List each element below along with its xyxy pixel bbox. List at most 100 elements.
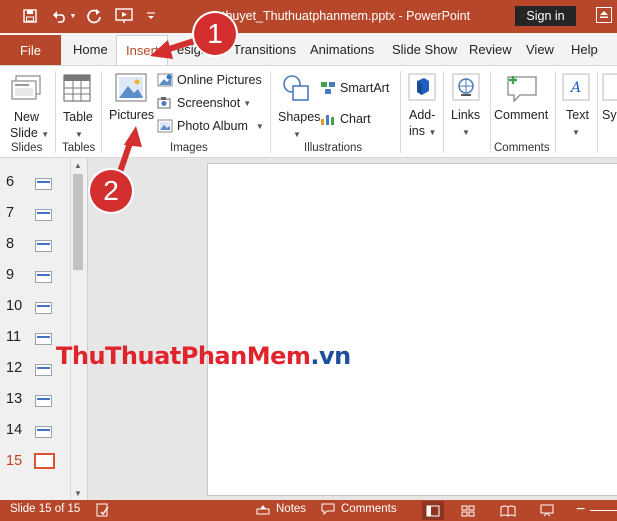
status-bar: Slide 15 of 15 Notes Comments − <box>0 500 617 521</box>
online-pictures-label: Online Pictures <box>177 73 262 87</box>
online-pictures-button[interactable]: Online Pictures <box>157 70 262 90</box>
svg-text:A: A <box>569 80 581 96</box>
tab-animations[interactable]: Animations <box>310 42 374 57</box>
text-icon: A <box>562 73 590 101</box>
slide-number: 14 <box>6 422 23 438</box>
slide-thumbnail[interactable] <box>35 333 52 345</box>
add-ins-button[interactable]: Add- ins ▼ <box>404 70 440 140</box>
chevron-down-icon: ▼ <box>243 98 252 108</box>
add-ins-icon <box>408 73 436 101</box>
chart-button[interactable]: Chart <box>320 109 371 129</box>
slide-show-icon <box>540 504 554 517</box>
smartart-label: SmartArt <box>340 81 390 95</box>
slide-thumbnail[interactable] <box>35 302 52 314</box>
slide-count: Slide 15 of 15 <box>10 503 81 515</box>
slide-sorter-button[interactable] <box>457 501 479 520</box>
new-slide-button[interactable]: New Slide ▼ <box>4 70 50 140</box>
slide-number: 8 <box>6 236 15 252</box>
comment-button[interactable]: Comment <box>494 70 552 126</box>
scroll-up-icon[interactable]: ▲ <box>71 158 85 172</box>
redo-icon[interactable] <box>84 6 104 26</box>
scrollbar-thumb[interactable] <box>73 174 83 270</box>
zoom-out-icon[interactable]: − <box>576 500 585 520</box>
group-divider <box>490 71 491 153</box>
table-button[interactable]: Table ▼ <box>58 70 98 140</box>
customize-icon[interactable] <box>144 6 158 26</box>
slide-thumbnail[interactable] <box>35 240 52 252</box>
undo-icon[interactable] <box>50 6 70 26</box>
tab-file[interactable]: File <box>0 35 61 66</box>
chevron-down-icon: ▼ <box>255 121 264 131</box>
group-label-illustrations: Illustrations <box>304 142 363 154</box>
normal-view-button[interactable] <box>422 501 444 520</box>
group-divider <box>55 71 56 153</box>
shapes-button[interactable]: Shapes ▼ <box>276 70 320 140</box>
text-button[interactable]: A Text ▼ <box>559 70 595 140</box>
slide-show-button[interactable] <box>536 501 558 520</box>
group-label-images: Images <box>170 142 208 154</box>
slide-thumbnail-selected[interactable] <box>34 453 55 469</box>
smartart-icon <box>321 82 335 94</box>
slide-number: 12 <box>6 360 23 376</box>
slide-thumbnail[interactable] <box>35 426 52 438</box>
online-pictures-icon <box>157 73 173 87</box>
tab-transitions[interactable]: Transitions <box>233 42 296 57</box>
sign-in-button[interactable]: Sign in <box>515 6 576 26</box>
tab-slide-show[interactable]: Slide Show <box>392 42 457 57</box>
reading-view-button[interactable] <box>497 501 519 520</box>
slide-thumbnail[interactable] <box>35 178 52 190</box>
comments-button[interactable]: Comments <box>321 503 397 515</box>
watermark-main: ThuThuatPhanMem <box>56 342 311 370</box>
tab-help[interactable]: Help <box>571 42 598 57</box>
chevron-down-icon: ▼ <box>572 128 580 137</box>
photo-album-button[interactable]: Photo Album ▼ <box>157 116 264 136</box>
group-divider <box>555 71 556 153</box>
slide-number: 10 <box>6 298 23 314</box>
ribbon-display-options-icon[interactable] <box>596 7 612 23</box>
normal-view-icon <box>426 505 440 516</box>
comments-label: Comments <box>341 503 397 515</box>
spelling-icon[interactable] <box>96 503 110 517</box>
comments-icon <box>321 503 335 515</box>
group-divider <box>443 71 444 153</box>
slide-thumbnail[interactable] <box>35 209 52 221</box>
table-icon <box>63 74 91 102</box>
symbols-button[interactable]: Sy <box>600 70 617 140</box>
tab-insert[interactable]: Insert <box>116 35 168 67</box>
undo-dropdown-icon[interactable]: ▼ <box>68 6 78 26</box>
pictures-button[interactable]: Pictures <box>106 70 156 126</box>
thumbnail-title-bar <box>37 398 50 400</box>
screenshot-label: Screenshot <box>177 96 241 110</box>
slide-number: 9 <box>6 267 15 283</box>
thumbnail-title-bar <box>37 429 50 431</box>
smartart-button[interactable]: SmartArt <box>320 78 389 98</box>
symbols-icon <box>602 73 617 101</box>
notes-icon <box>256 505 270 515</box>
tab-home[interactable]: Home <box>73 42 108 57</box>
present-icon[interactable] <box>114 6 134 26</box>
title-bar: ▼ thuyet_Thuthuatphanmem.pptx - PowerPoi… <box>0 0 617 33</box>
slide-sorter-icon <box>461 505 475 516</box>
scroll-down-icon[interactable]: ▼ <box>71 486 85 500</box>
slide-thumbnail[interactable] <box>35 271 52 283</box>
slide-thumbnail[interactable] <box>35 395 52 407</box>
comment-icon <box>507 76 537 103</box>
zoom-slider[interactable] <box>590 510 617 511</box>
slide-thumbnail[interactable] <box>35 364 52 376</box>
notes-button[interactable]: Notes <box>256 503 306 515</box>
tab-design[interactable]: esign <box>177 42 208 57</box>
links-button[interactable]: Links ▼ <box>447 70 485 140</box>
slide-number: 15 <box>6 453 23 469</box>
save-icon[interactable] <box>20 6 40 26</box>
thumbnail-title-bar <box>37 367 50 369</box>
tab-view[interactable]: View <box>526 42 554 57</box>
thumbnail-scrollbar[interactable]: ▲ ▼ <box>70 158 84 500</box>
table-label: Table <box>63 110 93 124</box>
photo-album-label: Photo Album <box>177 119 248 133</box>
group-label-slides: Slides <box>11 142 43 154</box>
screenshot-button[interactable]: Screenshot ▼ <box>157 93 251 113</box>
slide-thumbnail-pane[interactable]: ▲ ▼ 6 7 8 9 10 11 12 13 14 15 <box>0 158 88 500</box>
tab-review[interactable]: Review <box>469 42 512 57</box>
slide-canvas[interactable] <box>207 163 617 496</box>
thumbnail-title-bar <box>37 243 50 245</box>
